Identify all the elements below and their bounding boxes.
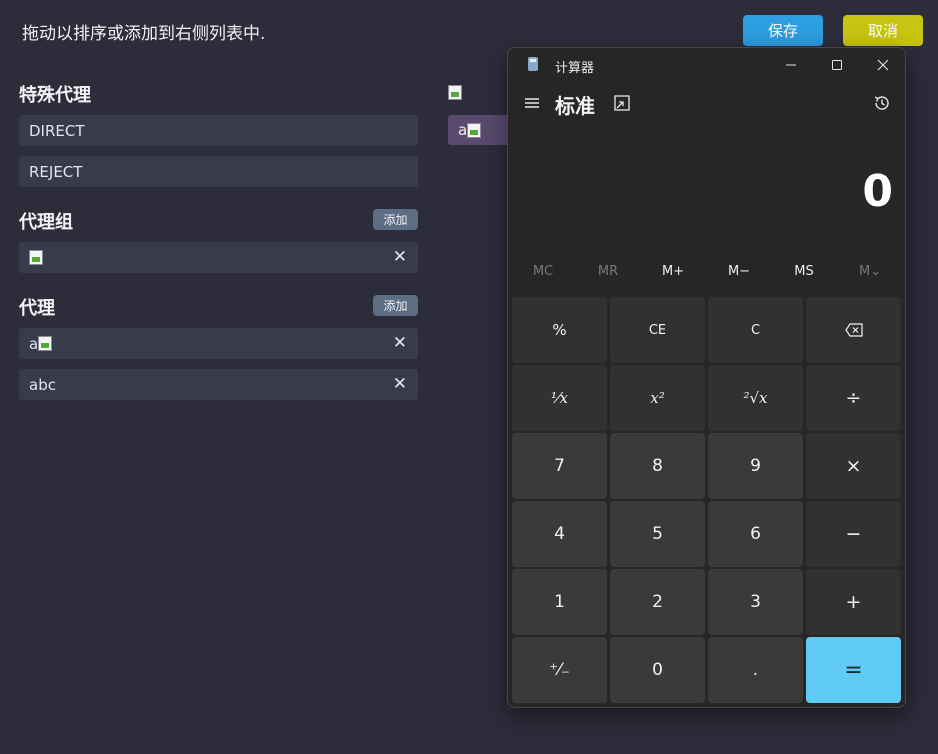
add-group-button[interactable]: 添加 [373, 209, 418, 230]
memory-add-button[interactable]: M+ [643, 264, 703, 279]
save-button[interactable]: 保存 [743, 15, 823, 46]
section-title-group: 代理组 [19, 212, 73, 233]
broken-image-icon [29, 250, 43, 265]
close-icon [877, 59, 889, 71]
keep-on-top-icon [614, 95, 630, 111]
digit-6-key[interactable]: 6 [708, 501, 803, 567]
list-item-label: a [458, 121, 468, 139]
list-item-label: a [29, 334, 39, 353]
hamburger-icon [525, 98, 539, 108]
broken-image-icon [467, 122, 482, 138]
close-icon[interactable]: ✕ [393, 248, 407, 266]
memory-row: MC MR M+ M− MS M⌄ [508, 264, 905, 286]
section-title-proxy: 代理 [19, 298, 55, 319]
square-root-key[interactable]: ²√x [708, 365, 803, 431]
equals-key[interactable]: = [806, 637, 901, 703]
history-button[interactable] [872, 93, 892, 113]
memory-list-button[interactable]: M⌄ [840, 264, 900, 279]
maximize-button[interactable] [822, 54, 852, 76]
backspace-icon [844, 323, 863, 337]
digit-0-key[interactable]: 0 [610, 637, 705, 703]
close-icon[interactable]: ✕ [393, 334, 407, 352]
subtract-key[interactable]: − [806, 501, 901, 567]
list-item[interactable]: ✕ [19, 242, 418, 273]
divide-key[interactable]: ÷ [806, 365, 901, 431]
digit-8-key[interactable]: 8 [610, 433, 705, 499]
history-icon [874, 96, 889, 110]
minimize-icon [786, 64, 796, 66]
list-item[interactable]: DIRECT [19, 115, 418, 146]
digit-3-key[interactable]: 3 [708, 569, 803, 635]
list-item-label: REJECT [29, 162, 83, 181]
screen: 拖动以排序或添加到右侧列表中. 保存 取消 特殊代理 DIRECT REJECT… [0, 0, 938, 754]
close-icon[interactable]: ✕ [393, 375, 407, 393]
instruction-text: 拖动以排序或添加到右侧列表中. [22, 24, 266, 44]
square-key[interactable]: x² [610, 365, 705, 431]
calculator-window: 计算器 标准 0 MC MR M+ M− MS M⌄ % CE C ¹⁄x x²… [507, 47, 906, 708]
digit-2-key[interactable]: 2 [610, 569, 705, 635]
list-item[interactable]: a ✕ [19, 328, 418, 359]
list-item-label: DIRECT [29, 121, 85, 140]
reciprocal-key[interactable]: ¹⁄x [512, 365, 607, 431]
decimal-key[interactable]: . [708, 637, 803, 703]
digit-4-key[interactable]: 4 [512, 501, 607, 567]
clear-key[interactable]: C [708, 297, 803, 363]
list-item-label: abc [29, 375, 56, 394]
multiply-key[interactable]: × [806, 433, 901, 499]
calculator-mode-title: 标准 [555, 94, 595, 118]
memory-clear-button[interactable]: MC [513, 264, 573, 279]
digit-9-key[interactable]: 9 [708, 433, 803, 499]
percent-key[interactable]: % [512, 297, 607, 363]
minimize-button[interactable] [776, 54, 806, 76]
window-title: 计算器 [555, 61, 595, 76]
digit-1-key[interactable]: 1 [512, 569, 607, 635]
memory-subtract-button[interactable]: M− [709, 264, 769, 279]
cancel-button[interactable]: 取消 [843, 15, 923, 46]
memory-recall-button[interactable]: MR [578, 264, 638, 279]
list-item[interactable]: REJECT [19, 156, 418, 187]
broken-image-icon [38, 336, 53, 351]
add-key[interactable]: + [806, 569, 901, 635]
memory-store-button[interactable]: MS [774, 264, 834, 279]
digit-7-key[interactable]: 7 [512, 433, 607, 499]
result-display: 0 [862, 166, 893, 217]
maximize-icon [832, 60, 842, 70]
clear-entry-key[interactable]: CE [610, 297, 705, 363]
list-item[interactable]: abc ✕ [19, 369, 418, 400]
section-title-special: 特殊代理 [19, 85, 91, 106]
keep-on-top-button[interactable] [613, 94, 631, 112]
add-proxy-button[interactable]: 添加 [373, 295, 418, 316]
title-bar[interactable]: 计算器 [508, 48, 905, 82]
broken-image-icon [448, 85, 462, 100]
digit-5-key[interactable]: 5 [610, 501, 705, 567]
close-window-button[interactable] [868, 54, 898, 76]
navigation-menu-button[interactable] [521, 92, 543, 114]
backspace-key[interactable] [806, 297, 901, 363]
calculator-app-icon [528, 57, 538, 71]
negate-key[interactable]: ⁺⁄₋ [512, 637, 607, 703]
